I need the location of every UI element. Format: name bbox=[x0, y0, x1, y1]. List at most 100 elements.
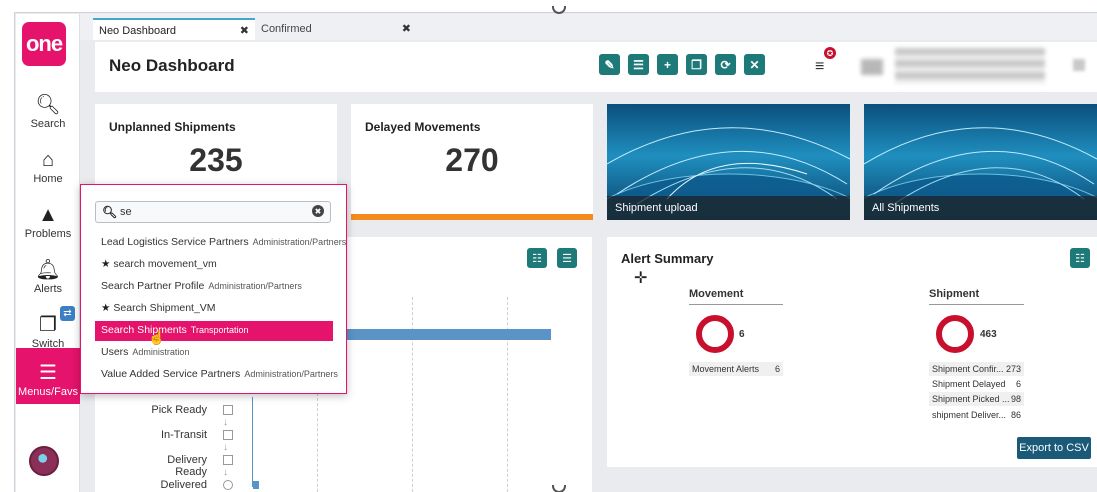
copy-button[interactable]: ❐ bbox=[686, 54, 707, 75]
movement-donut[interactable] bbox=[696, 315, 734, 353]
search-result-movement-vm[interactable]: ★ search movement_vm bbox=[95, 255, 333, 275]
checkbox-icon bbox=[223, 430, 233, 440]
notification-badge-icon: ✪ bbox=[824, 47, 836, 59]
edit-button[interactable]: ✎ bbox=[599, 54, 620, 75]
sidebar-item-problems[interactable]: ▲ Problems bbox=[16, 190, 80, 240]
page-title: Neo Dashboard bbox=[109, 56, 235, 75]
refresh-button[interactable]: ⟳ bbox=[715, 54, 736, 75]
home-icon: ⌂ bbox=[41, 149, 55, 171]
filter-settings-button[interactable]: ☷ bbox=[1070, 248, 1090, 268]
result-label: search movement_vm bbox=[113, 258, 217, 270]
bell-icon: 🔔︎ bbox=[35, 259, 61, 281]
result-label: Users bbox=[101, 346, 129, 358]
close-icon[interactable]: ✖ bbox=[402, 22, 411, 35]
list-view-button[interactable]: ☰ bbox=[557, 248, 577, 268]
gridline bbox=[412, 297, 413, 492]
notifications-menu-icon[interactable]: ≡ bbox=[815, 58, 824, 76]
menu-search-box[interactable]: 🔍︎ ✖ bbox=[95, 201, 331, 223]
result-category: Administration/Partners bbox=[208, 281, 302, 291]
shipment-total: 463 bbox=[980, 329, 997, 340]
alert-row[interactable]: Shipment Confir... 273 bbox=[929, 362, 1024, 376]
star-icon: ★ bbox=[101, 302, 111, 314]
filter-settings-button[interactable]: ☷ bbox=[527, 248, 547, 268]
gridline bbox=[507, 297, 508, 492]
sidebar-item-home[interactable]: ⌂ Home bbox=[16, 135, 80, 185]
sliders-icon: ☷ bbox=[532, 252, 542, 265]
axis-line bbox=[252, 397, 253, 487]
all-shipments-tile[interactable]: All Shipments bbox=[864, 104, 1097, 220]
tab-neo-dashboard[interactable]: Neo Dashboard ✖ bbox=[93, 18, 255, 40]
stage-label: In-Transit bbox=[160, 429, 207, 441]
search-result-shipment-vm[interactable]: ★ Search Shipment_VM bbox=[95, 299, 333, 319]
result-label: Value Added Service Partners bbox=[101, 368, 241, 380]
menu-search-input[interactable] bbox=[120, 204, 300, 220]
alert-row-value: 273 bbox=[1005, 364, 1021, 374]
edit-icon: ✎ bbox=[604, 57, 615, 72]
sidebar-item-label: Home bbox=[33, 173, 63, 185]
app-logo[interactable]: one bbox=[22, 22, 66, 66]
clear-icon[interactable]: ✖ bbox=[312, 205, 324, 217]
result-category: Administration/Partners bbox=[244, 369, 338, 379]
tile-title: Unplanned Shipments bbox=[109, 120, 236, 134]
close-icon: ✕ bbox=[749, 57, 760, 72]
list-button[interactable]: ☰ bbox=[628, 54, 649, 75]
add-icon: + bbox=[663, 57, 671, 72]
result-category: Administration/Partners bbox=[252, 237, 347, 247]
stage-bar[interactable] bbox=[253, 481, 259, 489]
search-icon: 🔍︎ bbox=[102, 205, 118, 219]
sidebar-item-search[interactable]: 🔍︎ Search bbox=[16, 80, 80, 130]
search-result-users[interactable]: Users Administration bbox=[95, 343, 333, 363]
alert-row-label: shipment Deliver... bbox=[932, 410, 1007, 420]
search-result-value-added[interactable]: Value Added Service Partners Administrati… bbox=[95, 365, 338, 385]
checkbox-icon bbox=[223, 405, 233, 415]
checkbox-icon bbox=[223, 455, 233, 465]
panel-title: Alert Summary bbox=[621, 251, 714, 266]
tab-label: Neo Dashboard bbox=[99, 25, 177, 37]
sidebar-item-menus-favs[interactable]: ☰ Menus/Favs bbox=[16, 348, 80, 404]
result-label: Search Shipments bbox=[101, 324, 187, 336]
alert-row-label: Shipment Confir... bbox=[932, 364, 1004, 374]
arrow-down-icon: ↓ bbox=[223, 467, 228, 478]
warning-icon: ▲ bbox=[38, 204, 58, 226]
switch-icon: ❐ bbox=[39, 314, 57, 336]
result-category: Transportation bbox=[190, 325, 249, 335]
alert-row-value: 6 bbox=[774, 364, 780, 374]
search-icon: 🔍︎ bbox=[35, 94, 61, 116]
sidebar: one 🔍︎ Search ⌂ Home ▲ Problems 🔔︎ Alert… bbox=[16, 14, 80, 492]
avatar[interactable] bbox=[29, 446, 59, 476]
result-category: Administration bbox=[132, 347, 190, 357]
tab-confirmed[interactable]: Confirmed ✖ bbox=[255, 18, 417, 40]
close-icon[interactable]: ✖ bbox=[240, 24, 249, 37]
tile-caption: All Shipments bbox=[864, 196, 1097, 220]
user-menu-blurred[interactable] bbox=[1073, 59, 1085, 71]
shipment-donut[interactable] bbox=[936, 315, 974, 353]
shipment-upload-tile[interactable]: Shipment upload bbox=[607, 104, 850, 220]
user-image-blurred bbox=[861, 59, 883, 75]
menu-search-popup: 🔍︎ ✖ Lead Logistics Service PartnersAdmi… bbox=[80, 184, 347, 394]
resize-handle-icon[interactable] bbox=[552, 485, 566, 492]
search-result-lead-logistics[interactable]: Lead Logistics Service Partners Administr… bbox=[95, 233, 346, 253]
add-button[interactable]: + bbox=[657, 54, 678, 75]
alert-row-label: Shipment Picked ... bbox=[932, 394, 1010, 404]
sidebar-item-alerts[interactable]: 🔔︎ Alerts bbox=[16, 245, 80, 295]
search-result-partner-profile[interactable]: Search Partner Profile Administration/Par… bbox=[95, 277, 333, 297]
page-header: Neo Dashboard ✎ ☰ + ❐ ⟳ ✕ ≡ ✪ bbox=[95, 42, 1097, 92]
tile-title: Delayed Movements bbox=[365, 120, 481, 134]
refresh-icon: ⟳ bbox=[720, 57, 731, 72]
tile-value: 270 bbox=[445, 142, 499, 178]
tile-value: 235 bbox=[189, 142, 243, 178]
close-button[interactable]: ✕ bbox=[744, 54, 765, 75]
export-csv-button[interactable]: Export to CSV bbox=[1017, 437, 1091, 459]
alert-row[interactable]: shipment Deliver... 86 bbox=[929, 408, 1024, 422]
alert-row[interactable]: Shipment Picked ... 98 bbox=[929, 392, 1024, 406]
movement-total: 6 bbox=[739, 329, 745, 340]
search-result-search-shipments[interactable]: Search Shipments Transportation bbox=[95, 321, 333, 341]
user-info-blurred bbox=[895, 48, 1045, 84]
hamburger-icon: ☰ bbox=[39, 362, 57, 384]
shipment-heading: Shipment bbox=[929, 288, 1024, 305]
alert-row[interactable]: Shipment Delayed 6 bbox=[929, 377, 1024, 391]
delayed-movements-tile[interactable]: Delayed Movements 270 bbox=[351, 104, 593, 220]
alert-row[interactable]: Movement Alerts 6 bbox=[689, 362, 783, 376]
tile-accent-bar bbox=[351, 214, 593, 220]
sidebar-item-label: Menus/Favs bbox=[18, 386, 78, 398]
